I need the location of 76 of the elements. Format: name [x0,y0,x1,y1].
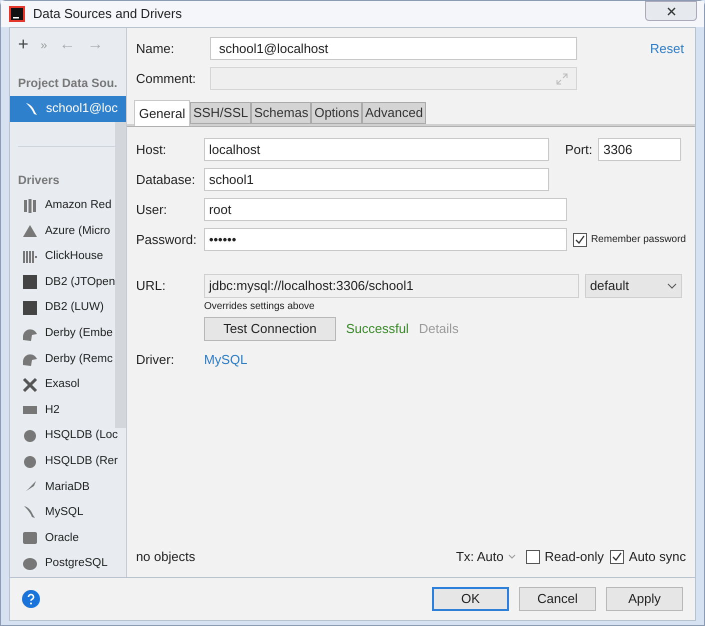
data-source-item[interactable]: school1@loc [10,96,126,122]
driver-item[interactable]: HSQLDB (Loc [10,423,126,449]
checkbox[interactable] [572,232,587,247]
toolbar-button[interactable]: + [18,31,29,58]
driver-item[interactable]: Derby (Embe [10,320,126,346]
field-label: Driver: [136,350,176,369]
user-field[interactable]: root [204,198,567,222]
expand-icon [556,72,568,85]
field-label: User: [136,201,168,220]
tab[interactable]: General [134,100,190,126]
tab[interactable]: SSH/SSL [190,102,252,124]
password-field[interactable]: •••••• [204,228,567,252]
driver-item[interactable]: Azure (Micro [10,218,126,244]
checkbox[interactable] [610,550,624,564]
bars-icon [22,198,38,214]
driver-item[interactable]: HSQLDB (Rer [10,448,126,474]
driver-item[interactable]: Exasol [10,372,126,398]
url-field[interactable]: jdbc:mysql://localhost:3306/school1 [204,274,579,298]
comment-field[interactable] [210,67,577,90]
square-icon [22,274,38,290]
status-text: Successful [346,320,409,338]
checkbox-label: Remember password [590,233,686,248]
driver-link[interactable]: MySQL [204,350,248,370]
dialog-button[interactable]: Apply [606,586,683,611]
cross-icon [22,376,38,393]
field-label: URL: [136,277,167,296]
circle-icon [22,454,38,470]
window-title: Data Sources and Drivers [33,5,182,24]
driver-item[interactable]: Amazon Red [10,192,126,218]
app-icon [9,6,25,22]
section-title: Drivers [17,172,60,189]
url-mode-dropdown[interactable]: default [584,274,682,298]
database-field[interactable]: school1 [204,168,549,192]
objects-text: no objects [136,548,196,566]
test-connection-button[interactable]: Test Connection [204,316,336,341]
tab[interactable]: Schemas [251,102,312,124]
name-field[interactable]: school1@localhost [210,37,577,60]
hint-text: Overrides settings above [204,300,316,314]
square-icon [22,300,38,316]
field-label: Comment: [136,70,197,88]
driver-item[interactable]: Oracle [10,526,126,552]
checkbox[interactable] [526,550,540,564]
help-icon[interactable] [22,590,40,608]
port-field[interactable]: 3306 [598,138,682,162]
field-label: Port: [564,141,592,160]
scrollbar[interactable] [115,120,126,428]
driver-item[interactable]: ClickHouse [10,244,126,270]
chevron-icon [666,282,677,289]
tab[interactable]: Advanced [362,102,426,124]
driver-item[interactable]: DB2 (JTOpen [10,270,126,296]
driver-item[interactable]: H2 [10,398,126,424]
driver-item[interactable]: Derby (Remc [10,346,126,372]
field-label: Name: [136,40,176,58]
checkbox-label: Auto sync [628,548,686,566]
rounded-square-icon [22,530,38,546]
driver-item[interactable]: MySQL [10,500,126,526]
stripes-icon [22,248,38,265]
field-label: Password: [136,231,198,250]
checkbox-label: Read-only [544,548,604,566]
chevron-icon [508,554,516,560]
transaction-dropdown[interactable]: Tx: Auto [456,547,516,567]
circle-icon [22,428,38,444]
driver-item[interactable]: PostgreSQL [10,551,126,577]
tab[interactable]: Options [311,102,362,124]
section-title: Project Data Sou. [17,74,118,92]
dialog-button[interactable]: OK [432,586,509,611]
close-button[interactable] [645,1,697,21]
field-label: Host: [136,141,168,160]
close-icon [666,6,676,16]
driver-item[interactable]: DB2 (LUW) [10,295,126,321]
dialog-button[interactable]: Cancel [519,586,596,611]
reset-link[interactable]: Reset [650,39,684,59]
host-field[interactable]: localhost [204,138,549,162]
triangle-icon [22,223,38,240]
field-label: Database: [136,171,196,190]
driver-item[interactable]: MariaDB [10,474,126,500]
